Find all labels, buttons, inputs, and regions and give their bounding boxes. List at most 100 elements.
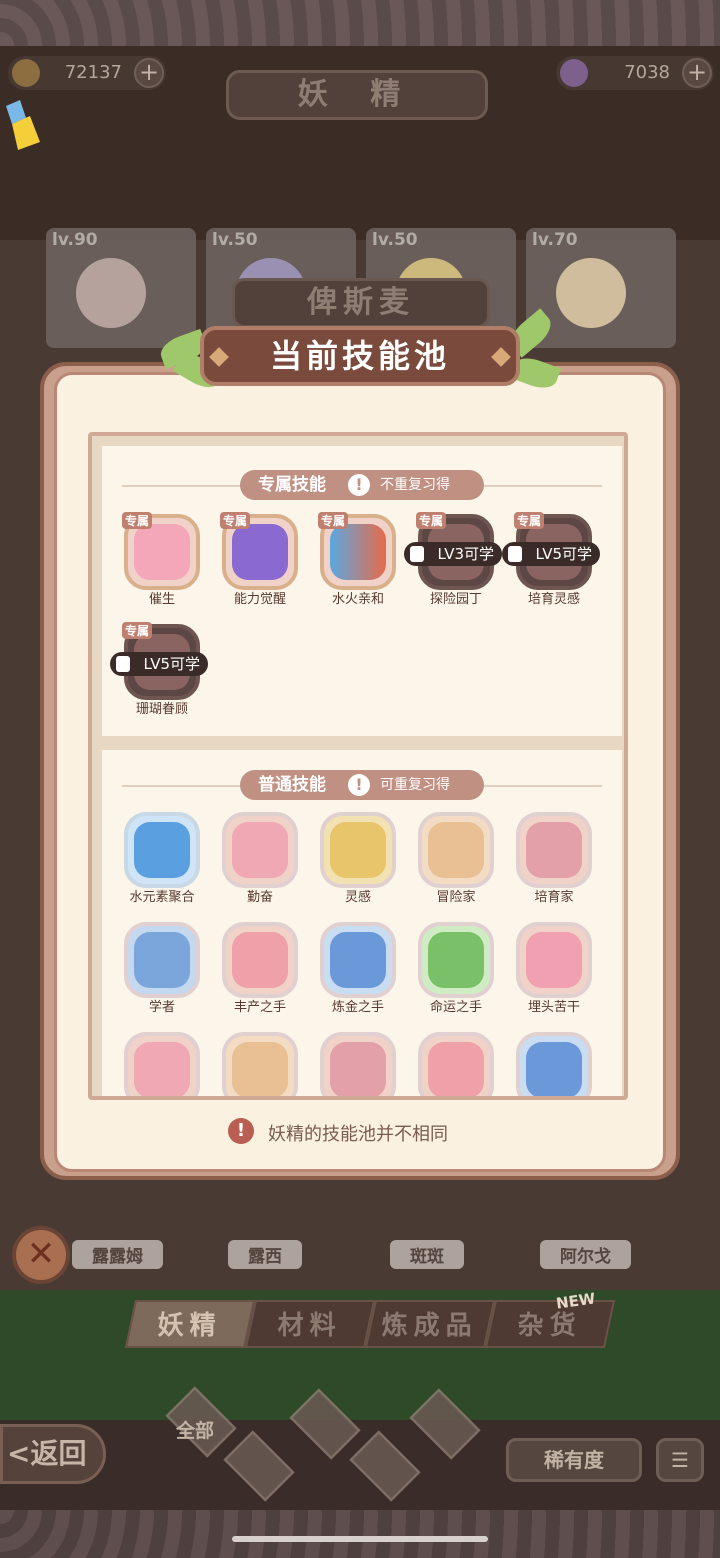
warning-icon: ! (348, 474, 370, 496)
skill-item[interactable]: 埋头苦干 (512, 922, 596, 1018)
sort-order-icon[interactable]: ☰ (656, 1438, 704, 1482)
lock-icon (508, 546, 522, 562)
exclusive-tag: 专属 (318, 512, 349, 529)
scholar-icon (124, 922, 200, 998)
skill-item[interactable]: 专属水火亲和 (316, 512, 400, 610)
side-event-icon[interactable] (0, 98, 42, 154)
warning-icon: ! (348, 774, 370, 796)
exclusive-tag: 专属 (416, 512, 447, 529)
skill-name: 命运之手 (429, 1000, 482, 1015)
skill-item[interactable]: 专属能力觉醒 (218, 512, 302, 610)
diligent-face-icon (222, 812, 298, 888)
common-header: 普通技能 ! 可重复习得 (240, 770, 484, 800)
lock-badge: LV5可学 (502, 542, 600, 566)
skill-name: 水火亲和 (331, 592, 384, 607)
exclusive-note: 不重复习得 (380, 477, 450, 493)
hardwork-face-icon (516, 922, 592, 998)
add-gem-button[interactable]: + (682, 58, 712, 88)
fairy-portrait (76, 258, 146, 328)
panel-title: 当前技能池 (200, 326, 520, 386)
skill-name: 勤奋 (246, 890, 273, 905)
page-title: 妖 精 (226, 70, 488, 120)
skill-item[interactable]: 专属催生 (120, 512, 204, 610)
rarity-sort-button[interactable]: 稀有度 (506, 1438, 642, 1482)
skill-name: 学者 (148, 1000, 175, 1015)
skill-item[interactable]: 培育家 (512, 812, 596, 908)
exclusive-section: 专属技能 ! 不重复习得 专属 催生 专属 能力觉醒 专属 水火亲和 专属 LV3可学探… (102, 446, 622, 736)
fairy-name: 阿尔戈 (540, 1240, 631, 1269)
honey-pot-icon (320, 812, 396, 888)
common-title: 普通技能 (258, 775, 326, 795)
top-decor-band (0, 0, 720, 46)
common-note: 可重复习得 (380, 777, 450, 793)
lock-label: LV5可学 (143, 655, 200, 673)
skill-name: 水元素聚合 (129, 890, 195, 905)
skill-name: 冒险家 (436, 890, 476, 905)
skill-item-locked[interactable]: 专属 LV5可学珊瑚眷顾 (110, 622, 208, 720)
skill-item[interactable] (218, 1032, 302, 1096)
fairy-card[interactable]: lv.90 (46, 228, 196, 348)
tab-materials[interactable]: 材料 (244, 1300, 376, 1348)
lock-badge: LV3可学 (404, 542, 502, 566)
watering-can-icon (516, 812, 592, 888)
skill-item[interactable] (316, 1032, 400, 1096)
card-level: lv.50 (372, 230, 418, 250)
fairy-portrait (556, 258, 626, 328)
alchemy-pot-icon (320, 922, 396, 998)
tomato-icon (222, 922, 298, 998)
exclusive-tag: 专属 (514, 512, 545, 529)
tomato-icon (418, 1032, 494, 1096)
skill-item-locked[interactable]: 专属 LV3可学探险园丁 (404, 512, 502, 610)
fairy-name: 露露姆 (72, 1240, 163, 1269)
skill-item[interactable]: 勤奋 (218, 812, 302, 908)
card-level: lv.70 (532, 230, 578, 250)
skill-name: 催生 (148, 592, 175, 607)
skill-name: 灵感 (344, 890, 371, 905)
skill-name: 能力觉醒 (233, 592, 286, 607)
card-level: lv.50 (212, 230, 258, 250)
skill-scroll-area[interactable]: 专属技能 ! 不重复习得 专属 催生 专属 能力觉醒 专属 水火亲和 专属 LV3可学探… (88, 432, 628, 1100)
exclusive-tag: 专属 (122, 622, 153, 639)
skill-item[interactable]: 炼金之手 (316, 922, 400, 1018)
skill-item[interactable] (512, 1032, 596, 1096)
filter-all-label: 全部 (176, 1420, 215, 1442)
skill-item[interactable]: 命运之手 (414, 922, 498, 1018)
skill-name: 炼金之手 (331, 1000, 384, 1015)
fairy-name: 露西 (228, 1240, 302, 1269)
skill-item[interactable]: 冒险家 (414, 812, 498, 908)
adventurer-icon (222, 1032, 298, 1096)
skill-name: 探险园丁 (429, 592, 482, 607)
lock-icon (116, 656, 130, 672)
tab-fairy[interactable]: 妖精 (124, 1300, 256, 1348)
fairy-name: 斑斑 (390, 1240, 464, 1269)
skill-item[interactable]: 灵感 (316, 812, 400, 908)
clover-icon (418, 922, 494, 998)
skill-item[interactable]: 学者 (120, 922, 204, 1018)
gem-currency: 7038 + (556, 56, 714, 90)
skill-name: 珊瑚眷顾 (135, 702, 188, 717)
tab-products[interactable]: 炼成品 (364, 1300, 496, 1348)
lock-icon (410, 546, 424, 562)
lock-label: LV5可学 (535, 545, 592, 563)
water-vortex-icon (124, 812, 200, 888)
alchemy-pot-icon (516, 1032, 592, 1096)
skill-item[interactable] (120, 1032, 204, 1096)
lock-badge: LV5可学 (110, 652, 208, 676)
skill-name: 培育灵感 (527, 592, 580, 607)
adventurer-icon (418, 812, 494, 888)
skill-item[interactable]: 水元素聚合 (120, 812, 204, 908)
warning-icon: ! (228, 1118, 254, 1144)
exclusive-tag: 专属 (122, 512, 153, 529)
skill-item[interactable]: 丰产之手 (218, 922, 302, 1018)
category-tabs: 妖精 材料 炼成品 杂货 (124, 1300, 616, 1350)
footnote-text: 妖精的技能池并不相同 (268, 1124, 448, 1145)
exclusive-tag: 专属 (220, 512, 251, 529)
skill-item[interactable] (414, 1032, 498, 1096)
close-button[interactable]: ✕ (12, 1226, 70, 1284)
skill-item-locked[interactable]: 专属 LV5可学培育灵感 (502, 512, 600, 610)
add-gold-button[interactable]: + (134, 58, 164, 88)
back-button[interactable]: <返回 (0, 1424, 106, 1484)
home-indicator[interactable] (232, 1536, 488, 1542)
common-section: 普通技能 ! 可重复习得 水元素聚合 勤奋 灵感 冒险家 培育家 学者 丰产之手… (102, 750, 622, 1096)
exclusive-title: 专属技能 (258, 475, 326, 495)
